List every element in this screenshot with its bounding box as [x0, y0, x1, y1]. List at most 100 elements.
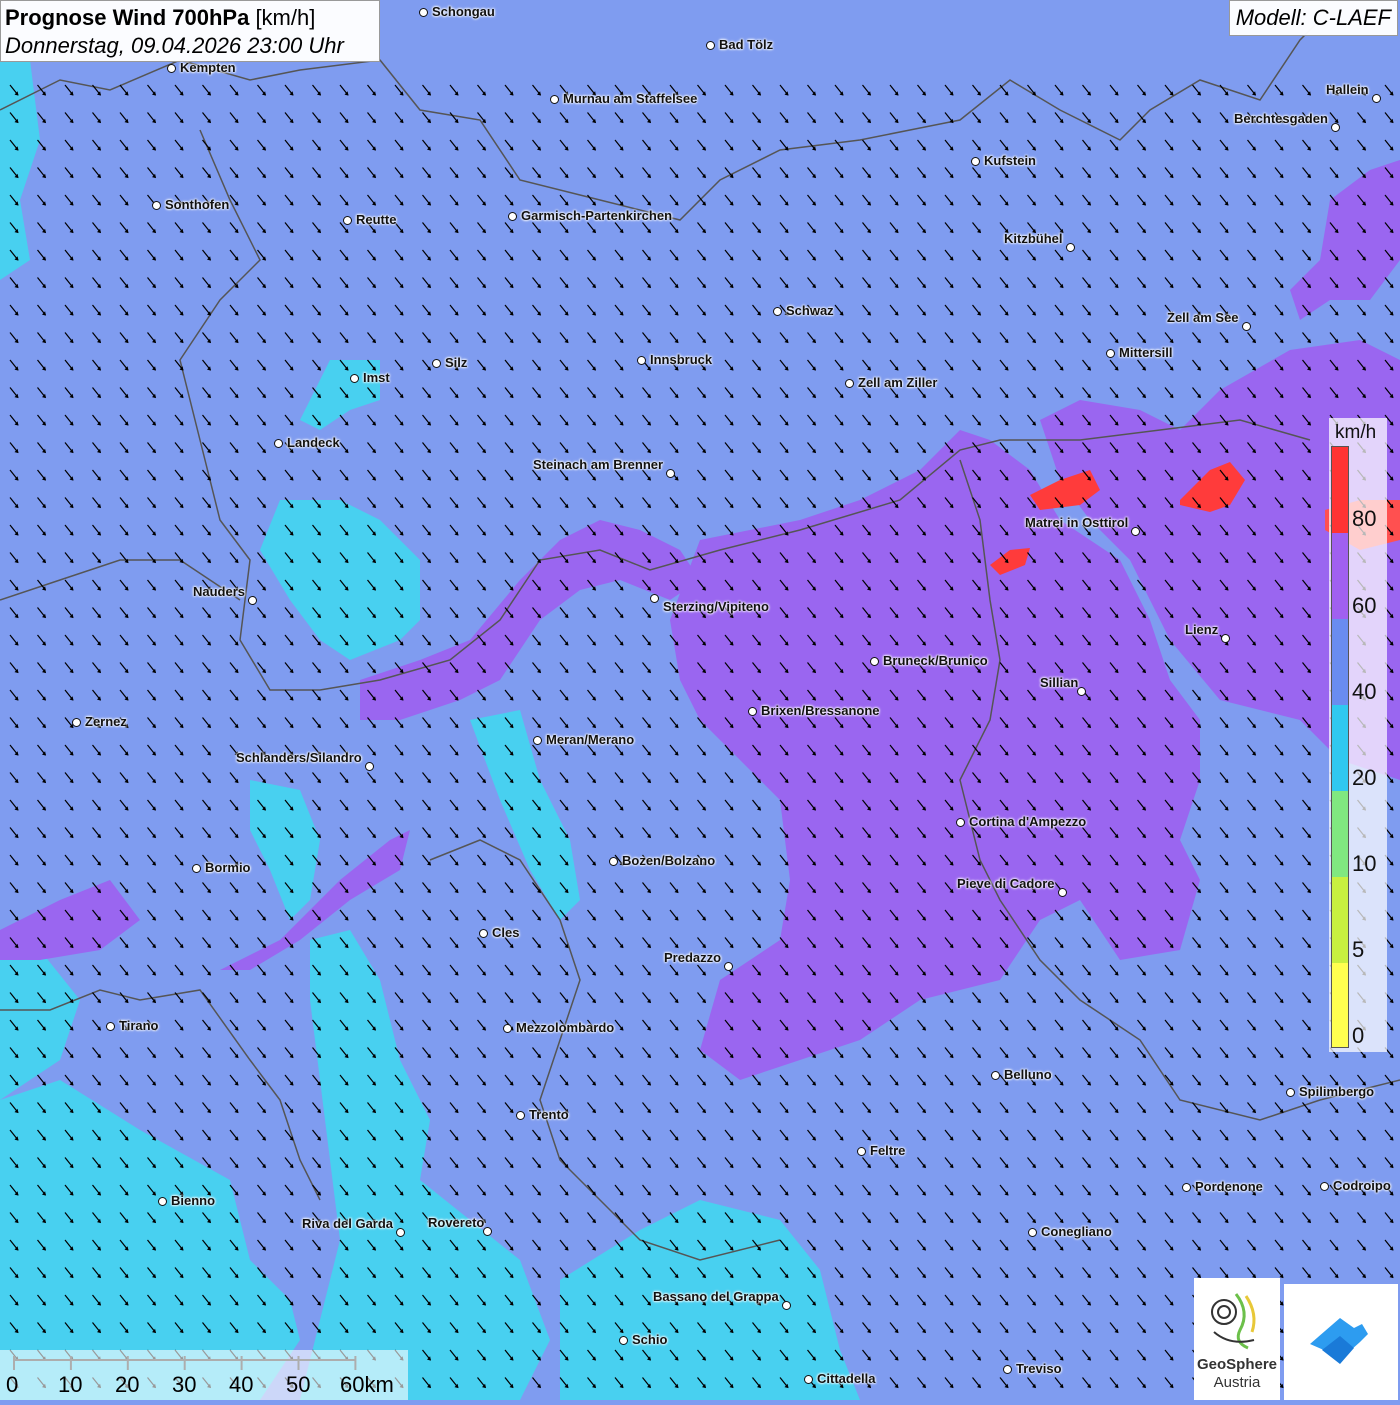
city-label: Spilimbergo	[1299, 1085, 1374, 1099]
scale-label: 40	[229, 1372, 253, 1398]
legend-segment-10	[1332, 791, 1348, 877]
city-label: Trento	[529, 1108, 569, 1122]
city-label: Feltre	[870, 1144, 905, 1158]
legend-segment-5	[1332, 877, 1348, 963]
city-label: Treviso	[1016, 1362, 1062, 1376]
city-label: Mezzolombardo	[516, 1021, 614, 1035]
city-label: Berchtesgaden	[1234, 112, 1328, 126]
city-marker	[432, 359, 441, 368]
title-box: Prognose Wind 700hPa [km/h] Donnerstag, …	[0, 0, 380, 62]
city-label: Schio	[632, 1333, 667, 1347]
app-logo[interactable]	[1284, 1284, 1398, 1400]
legend-tick: 10	[1352, 851, 1376, 877]
city-marker	[1106, 349, 1115, 358]
legend-segment-80	[1332, 447, 1348, 533]
scale-label: 10	[58, 1372, 82, 1398]
city-marker	[248, 596, 257, 605]
city-label: Zernez	[85, 715, 127, 729]
legend-segment-20	[1332, 705, 1348, 791]
city-label: Steinach am Brenner	[533, 458, 663, 472]
city-marker	[1182, 1183, 1191, 1192]
legend-segment-40	[1332, 619, 1348, 705]
legend-tick: 80	[1352, 506, 1376, 532]
city-label: Lienz	[1185, 623, 1218, 637]
scale-label: 30	[172, 1372, 196, 1398]
scale-label: 50	[286, 1372, 310, 1398]
city-label: Zell am See	[1167, 311, 1239, 325]
city-marker	[706, 41, 715, 50]
city-marker	[158, 1197, 167, 1206]
scale-label: 60km	[340, 1372, 394, 1398]
scale-bar: 0 10 20 30 40 50 60km	[0, 1350, 408, 1400]
city-marker	[1221, 634, 1230, 643]
legend-segment-60	[1332, 533, 1348, 619]
legend-tick: 60	[1352, 593, 1376, 619]
city-label: Belluno	[1004, 1068, 1052, 1082]
city-marker	[857, 1147, 866, 1156]
city-marker	[350, 374, 359, 383]
city-label: Kitzbühel	[1004, 232, 1063, 246]
city-marker	[1320, 1182, 1329, 1191]
city-label: Schongau	[432, 5, 495, 19]
city-marker	[1242, 322, 1251, 331]
legend-bar	[1331, 446, 1349, 1048]
color-legend: km/h 80 60 40 20 10 5 0	[1329, 418, 1387, 1052]
legend-segment-0	[1332, 963, 1348, 1047]
city-label: Nauders	[193, 585, 245, 599]
city-marker	[1372, 94, 1381, 103]
city-marker	[748, 707, 757, 716]
city-marker	[533, 736, 542, 745]
city-marker	[479, 929, 488, 938]
city-marker	[804, 1375, 813, 1384]
geosphere-emblem-icon	[1194, 1282, 1280, 1358]
city-marker	[845, 379, 854, 388]
legend-tick: 40	[1352, 679, 1376, 705]
city-label: Cortina d'Ampezzo	[969, 815, 1086, 829]
city-label: Bienno	[171, 1194, 215, 1208]
legend-tick: 0	[1352, 1023, 1364, 1049]
city-label: Pordenone	[1195, 1180, 1263, 1194]
city-label: Sterzing/Vipiteno	[663, 600, 769, 614]
city-label: Reutte	[356, 213, 396, 227]
city-marker	[106, 1022, 115, 1031]
city-marker	[870, 657, 879, 666]
city-label: Zell am Ziller	[858, 376, 937, 390]
scale-label: 0	[6, 1372, 18, 1398]
model-label: Modell: C-LAEF	[1229, 0, 1398, 36]
city-label: Matrei in Osttirol	[1025, 516, 1128, 530]
city-marker	[516, 1111, 525, 1120]
legend-unit: km/h	[1335, 422, 1376, 444]
scale-label: 20	[115, 1372, 139, 1398]
app-logo-icon	[1284, 1284, 1398, 1400]
title-unit: [km/h]	[255, 5, 315, 30]
city-label: Mittersill	[1119, 346, 1172, 360]
city-marker	[365, 762, 374, 771]
city-marker	[419, 8, 428, 17]
city-marker	[666, 469, 675, 478]
city-label: Cittadella	[817, 1372, 876, 1386]
city-marker	[650, 594, 659, 603]
city-marker	[396, 1228, 405, 1237]
city-label: Sillian	[1040, 676, 1078, 690]
city-marker	[152, 201, 161, 210]
city-marker	[343, 216, 352, 225]
city-label: Predazzo	[664, 951, 721, 965]
geosphere-country: Austria	[1194, 1374, 1280, 1391]
city-label: Bruneck/Brunico	[883, 654, 988, 668]
city-label: Murnau am Staffelsee	[563, 92, 697, 106]
city-marker	[1286, 1088, 1295, 1097]
city-label: Brixen/Bressanone	[761, 704, 880, 718]
city-marker	[1077, 687, 1086, 696]
city-label: Sonthofen	[165, 198, 229, 212]
legend-tick: 5	[1352, 937, 1364, 963]
city-label: Hallein	[1326, 83, 1369, 97]
city-marker	[192, 864, 201, 873]
city-label: Conegliano	[1041, 1225, 1112, 1239]
geosphere-name: GeoSphere	[1194, 1356, 1280, 1373]
title-text: Prognose Wind 700hPa	[5, 5, 249, 30]
city-label: Bassano del Grappa	[653, 1290, 779, 1304]
city-marker	[773, 307, 782, 316]
city-marker	[1131, 527, 1140, 536]
geosphere-logo[interactable]: GeoSphere Austria	[1194, 1278, 1280, 1400]
city-marker	[1331, 123, 1340, 132]
